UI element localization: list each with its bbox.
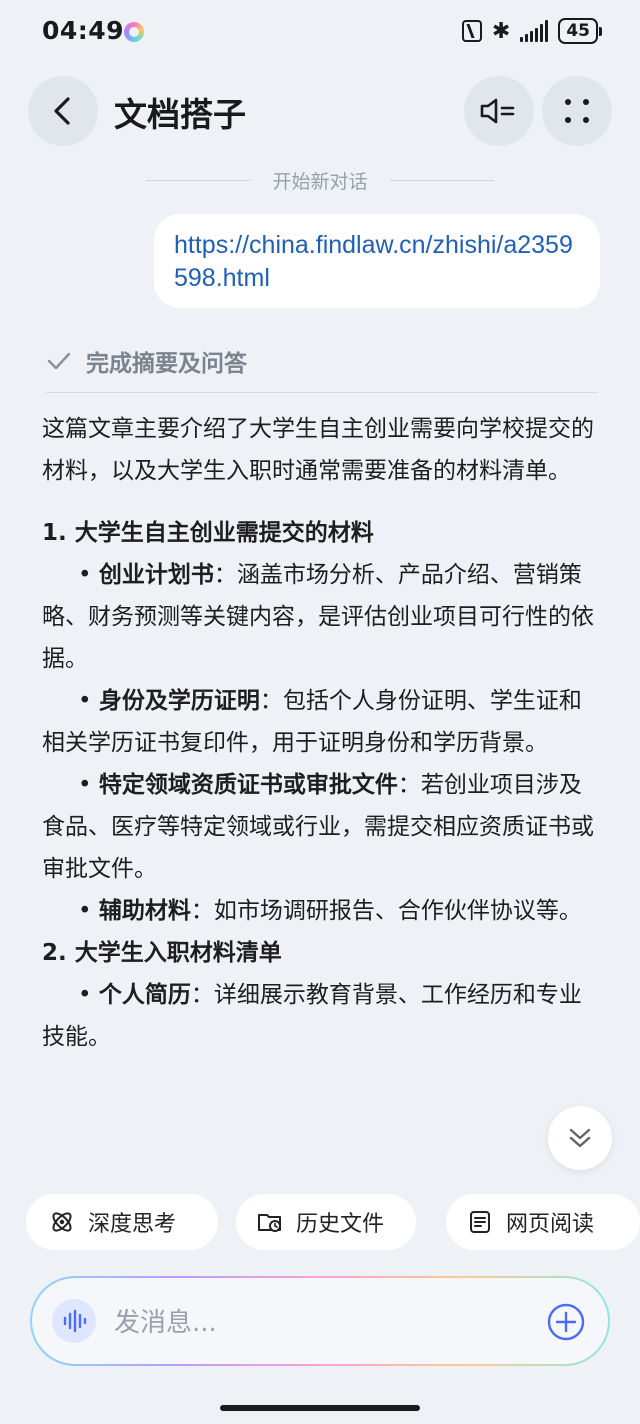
page-title: 文档搭子 [114, 95, 246, 134]
app-header: 文档搭子 [0, 76, 640, 148]
web-reading-chip[interactable]: 网页阅读 [446, 1194, 640, 1250]
add-attachment-button[interactable] [546, 1302, 586, 1342]
message-input-placeholder[interactable]: 发消息... [114, 1302, 217, 1339]
signal-icon [520, 20, 549, 42]
battery-level: 45 [558, 18, 598, 44]
completion-status[interactable]: 完成摘要及问答 [46, 342, 598, 393]
more-dots-icon [565, 99, 589, 123]
back-button[interactable] [28, 76, 98, 146]
status-time: 04:49 [42, 16, 125, 45]
document-list-icon [470, 1211, 490, 1233]
double-chevron-down-icon [569, 1128, 591, 1148]
list-item: • 身份及学历证明：包括个人身份证明、学生证和相关学历证书复印件，用于证明身份和… [42, 688, 582, 756]
completion-status-text: 完成摘要及问答 [86, 351, 247, 377]
atom-icon [52, 1212, 72, 1232]
section-title-text: 1. 大学生自主创业需提交的材料 [42, 520, 374, 546]
battery-tip [599, 26, 602, 36]
user-message-bubble[interactable]: https://china.findlaw.cn/zhishi/a2359598… [154, 214, 600, 308]
folder-clock-icon [258, 1214, 281, 1232]
assistant-answer: 这篇文章主要介绍了大学生自主创业需要向学校提交的材料，以及大学生入职时通常需要准… [42, 408, 598, 1192]
status-icons: ✱ 45 [461, 18, 602, 44]
battery-indicator: 45 [558, 18, 602, 44]
list-item-term: 特定领域资质证书或审批文件 [98, 772, 398, 798]
chevron-left-icon [54, 97, 70, 125]
more-options-button[interactable] [542, 76, 612, 146]
scroll-to-bottom-button[interactable] [548, 1106, 612, 1170]
history-files-label: 历史文件 [296, 1212, 385, 1237]
new-conversation-label: 开始新对话 [272, 170, 368, 193]
list-item-term: 个人简历 [98, 982, 191, 1008]
check-icon [47, 352, 71, 370]
section-title-text: 2. 大学生入职材料清单 [42, 940, 282, 966]
voice-input-button[interactable] [52, 1299, 96, 1343]
user-message-link[interactable]: https://china.findlaw.cn/zhishi/a2359598… [174, 229, 580, 295]
bluetooth-icon: ✱ [491, 18, 511, 44]
section-title: 2. 大学生入职材料清单 [42, 932, 598, 974]
history-files-chip[interactable]: 历史文件 [236, 1194, 416, 1250]
new-conversation-divider: 开始新对话 [146, 168, 495, 193]
list-item-term: 身份及学历证明 [98, 688, 260, 714]
list-item-term: 创业计划书 [98, 562, 214, 588]
sound-wave-icon [63, 1309, 87, 1333]
list-item-term: 辅助材料 [98, 898, 191, 924]
list-item: • 特定领域资质证书或审批文件：若创业项目涉及食品、医疗等特定领域或行业，需提交… [42, 772, 594, 882]
web-reading-label: 网页阅读 [506, 1212, 595, 1237]
list-item: • 辅助材料：如市场调研报告、合作伙伴协议等。 [78, 898, 582, 924]
deep-thinking-chip[interactable]: 深度思考 [26, 1194, 218, 1250]
list-item-desc: ：如市场调研报告、合作伙伴协议等。 [190, 898, 582, 924]
divider-line [389, 179, 495, 181]
home-indicator[interactable] [220, 1405, 420, 1411]
divider-line [146, 179, 251, 181]
list-item: • 个人简历：详细展示教育背景、工作经历和专业技能。 [42, 982, 582, 1050]
message-input-bar: 发消息... [30, 1276, 610, 1366]
content-fade-overlay [0, 1120, 640, 1200]
answer-intro: 这篇文章主要介绍了大学生自主创业需要向学校提交的材料，以及大学生入职时通常需要准… [42, 416, 594, 484]
speaker-icon [480, 98, 515, 124]
list-item: • 创业计划书：涵盖市场分析、产品介绍、营销策略、财务预测等关键内容，是评估创业… [42, 562, 594, 672]
nfc-icon [461, 20, 482, 42]
status-bar: 04:49 ✱ 45 [0, 0, 640, 66]
read-aloud-button[interactable] [464, 76, 534, 146]
deep-thinking-label: 深度思考 [88, 1212, 177, 1237]
message-input-inner[interactable]: 发消息... [32, 1278, 608, 1364]
section-title: 1. 大学生自主创业需提交的材料 [42, 512, 598, 554]
assistant-app-icon [124, 22, 144, 42]
